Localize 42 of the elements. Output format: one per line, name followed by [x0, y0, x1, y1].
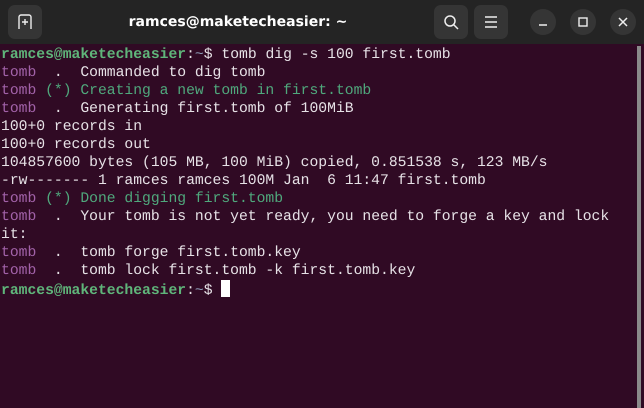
- terminal-text: :: [186, 283, 195, 299]
- menu-button[interactable]: [474, 5, 508, 39]
- tomb-tag: tomb: [1, 245, 36, 261]
- tomb-tag: tomb: [1, 65, 36, 81]
- prompt-path: ~: [194, 283, 204, 299]
- terminal-text: 104857600 bytes (105 MB, 100 MiB) copied, 0.851538 s, 123 MB/s: [1, 155, 548, 171]
- status-message: (*) Creating a new tomb in first.tomb: [44, 83, 372, 99]
- minimize-icon: [539, 24, 547, 26]
- cursor: [221, 280, 230, 297]
- terminal-text: 100+0 records in: [1, 119, 142, 135]
- terminal-text: . Commanded to dig tomb: [52, 65, 266, 81]
- terminal-text: it:: [1, 227, 28, 243]
- terminal-text: . tomb lock first.tomb -k first.tomb.key: [52, 263, 416, 279]
- terminal-text: :: [186, 47, 195, 63]
- close-button[interactable]: [610, 9, 636, 35]
- status-message: (*) Done digging first.tomb: [44, 191, 284, 207]
- tomb-tag: tomb: [1, 191, 36, 207]
- menu-icon: [484, 16, 498, 28]
- minimize-button[interactable]: [530, 9, 556, 35]
- prompt-user: ramces@maketecheasier: [1, 47, 186, 63]
- terminal-text: . Your tomb is not yet ready, you need to forge a key and lock: [52, 209, 610, 225]
- maximize-icon: [578, 17, 588, 27]
- window-title: ramces@maketecheasier: ~: [128, 14, 348, 30]
- maximize-button[interactable]: [570, 9, 596, 35]
- tomb-tag: tomb: [1, 263, 36, 279]
- new-tab-button[interactable]: [8, 5, 42, 39]
- prompt-path: ~: [194, 47, 204, 63]
- terminal-text: -rw------- 1 ramces ramces 100M Jan 6 11:47 first.tomb: [1, 173, 486, 189]
- close-icon: [618, 17, 628, 27]
- tomb-tag: tomb: [1, 101, 36, 117]
- terminal-text: $: [204, 283, 214, 299]
- terminal-text: . tomb forge first.tomb.key: [52, 245, 301, 261]
- tomb-tag: tomb: [1, 209, 36, 225]
- new-tab-icon: [17, 14, 33, 30]
- search-button[interactable]: [434, 5, 468, 39]
- terminal-text: . Generating first.tomb of 100MiB: [52, 101, 354, 117]
- tomb-tag: tomb: [1, 83, 36, 99]
- prompt-user: ramces@maketecheasier: [1, 283, 186, 299]
- terminal-text: $ tomb dig -s 100 first.tomb: [204, 47, 451, 63]
- scrollbar[interactable]: [637, 46, 641, 408]
- terminal-text: 100+0 records out: [1, 137, 151, 153]
- search-icon: [443, 14, 459, 30]
